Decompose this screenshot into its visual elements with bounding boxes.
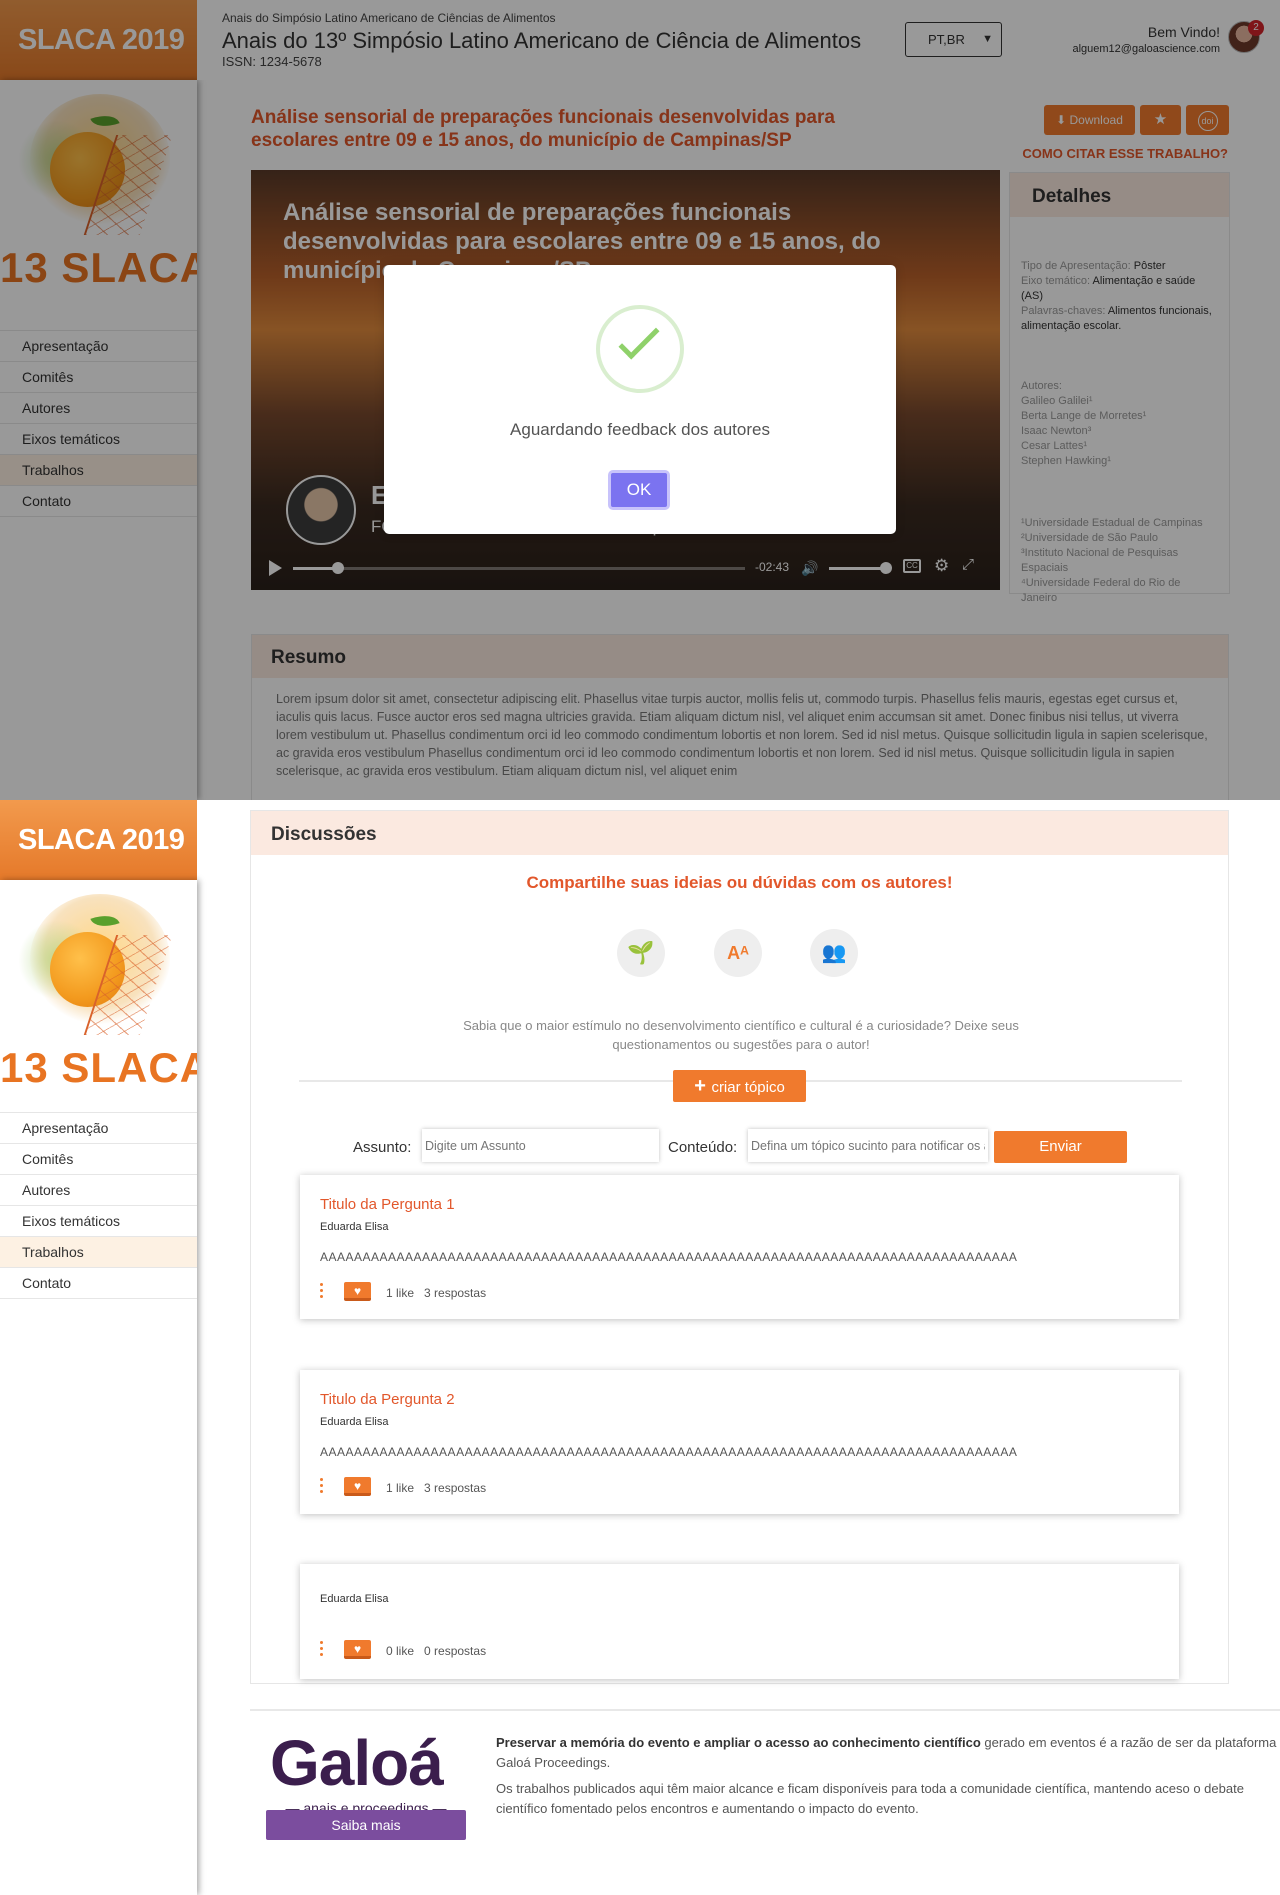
topic-stats: 1 like 3 respostas — [386, 1481, 486, 1495]
topic-author: Eduarda Elisa — [320, 1593, 389, 1605]
footer-divider — [250, 1709, 1280, 1711]
like-button[interactable]: ♥ — [344, 1282, 371, 1301]
subject-label: Assunto: — [353, 1139, 412, 1156]
galoa-logo: Galoá — [270, 1727, 444, 1799]
heart-icon: ♥ — [353, 1479, 362, 1493]
footer-lead: Preservar a memória do evento e ampliar … — [496, 1733, 1280, 1773]
create-topic-label: criar tópico — [711, 1079, 785, 1096]
discussions-heading: Discussões — [251, 811, 1228, 855]
topic-body: AAAAAAAAAAAAAAAAAAAAAAAAAAAAAAAAAAAAAAAA… — [320, 1445, 1018, 1459]
like-count: 1 like — [386, 1481, 415, 1495]
modal-message: Aguardando feedback dos autores — [510, 420, 770, 439]
topic-title[interactable]: Titulo da Pergunta 2 — [320, 1391, 455, 1408]
footer-second: Os trabalhos publicados aqui têm maior a… — [496, 1781, 1244, 1816]
sidebar-nav: Apresentação Comitês Autores Eixos temát… — [0, 1112, 197, 1299]
sidebar-item-autores[interactable]: Autores — [0, 1175, 197, 1206]
topic-card[interactable]: Eduarda Elisa ♥ 0 like 0 respostas — [300, 1564, 1179, 1679]
sidebar-item-trabalhos[interactable]: Trabalhos — [0, 1237, 197, 1268]
work-page-top: SLACA 2019 13 SLACA Apresentação Comitês… — [0, 0, 1280, 800]
discussions-panel: Discussões Compartilhe suas ideias ou dú… — [250, 810, 1229, 1684]
like-button[interactable]: ♥ — [344, 1477, 371, 1496]
learn-more-button[interactable]: Saiba mais — [266, 1810, 466, 1840]
topic-body: AAAAAAAAAAAAAAAAAAAAAAAAAAAAAAAAAAAAAAAA… — [320, 1250, 1018, 1264]
heart-icon: ♥ — [353, 1642, 362, 1656]
sidebar: 13 SLACA Apresentação Comitês Autores Ei… — [0, 880, 197, 1895]
translate-icon: Aᴬ — [714, 929, 762, 977]
reply-count[interactable]: 0 respostas — [424, 1644, 486, 1658]
more-options-icon[interactable] — [320, 1478, 324, 1496]
footer-lead-bold: Preservar a memória do evento e ampliar … — [496, 1735, 981, 1750]
heart-icon: ♥ — [353, 1284, 362, 1298]
more-options-icon[interactable] — [320, 1641, 324, 1659]
reply-count[interactable]: 3 respostas — [424, 1286, 486, 1300]
topic-title[interactable]: Titulo da Pergunta 1 — [320, 1196, 455, 1213]
topic-stats: 1 like 3 respostas — [386, 1286, 486, 1300]
footer-text: Preservar a memória do evento e ampliar … — [496, 1733, 1280, 1819]
share-title: Compartilhe suas ideias ou dúvidas com o… — [526, 873, 953, 892]
sidebar-item-eixos[interactable]: Eixos temáticos — [0, 1206, 197, 1237]
create-topic-button[interactable]: + criar tópico — [673, 1070, 806, 1102]
event-logo: 13 SLACA — [0, 880, 197, 1090]
content-label: Conteúdo: — [668, 1139, 738, 1156]
send-button[interactable]: Enviar — [994, 1131, 1127, 1163]
discussion-hint: Sabia que o maior estímulo no desenvolvi… — [463, 1018, 1019, 1052]
logo-text: 13 SLACA — [0, 1044, 197, 1090]
ok-button[interactable]: OK — [608, 470, 670, 510]
feedback-modal: Aguardando feedback dos autores OK — [384, 265, 896, 534]
hand-plant-icon: 🌱 — [617, 929, 665, 977]
like-button[interactable]: ♥ — [344, 1640, 371, 1659]
content-input[interactable] — [748, 1129, 988, 1162]
work-page-bottom: SLACA 2019 13 SLACA Apresentação Comitês… — [0, 800, 1280, 1895]
sidebar-item-contato[interactable]: Contato — [0, 1268, 197, 1299]
sidebar-item-apresentacao[interactable]: Apresentação — [0, 1113, 197, 1144]
sidebar-item-comites[interactable]: Comitês — [0, 1144, 197, 1175]
brand-header[interactable]: SLACA 2019 — [0, 800, 197, 880]
more-options-icon[interactable] — [320, 1283, 324, 1301]
topic-stats: 0 like 0 respostas — [386, 1644, 486, 1658]
subject-input[interactable] — [422, 1129, 659, 1162]
success-icon — [596, 305, 684, 393]
topic-card[interactable]: Titulo da Pergunta 2 Eduarda Elisa AAAAA… — [300, 1370, 1179, 1514]
check-icon — [618, 318, 660, 360]
reply-count[interactable]: 3 respostas — [424, 1481, 486, 1495]
topic-author: Eduarda Elisa — [320, 1416, 389, 1428]
people-icon: 👥 — [810, 929, 858, 977]
topic-card[interactable]: Titulo da Pergunta 1 Eduarda Elisa AAAAA… — [300, 1175, 1179, 1319]
plus-icon: + — [694, 1075, 712, 1097]
like-count: 1 like — [386, 1286, 415, 1300]
topic-author: Eduarda Elisa — [320, 1221, 389, 1233]
like-count: 0 like — [386, 1644, 415, 1658]
